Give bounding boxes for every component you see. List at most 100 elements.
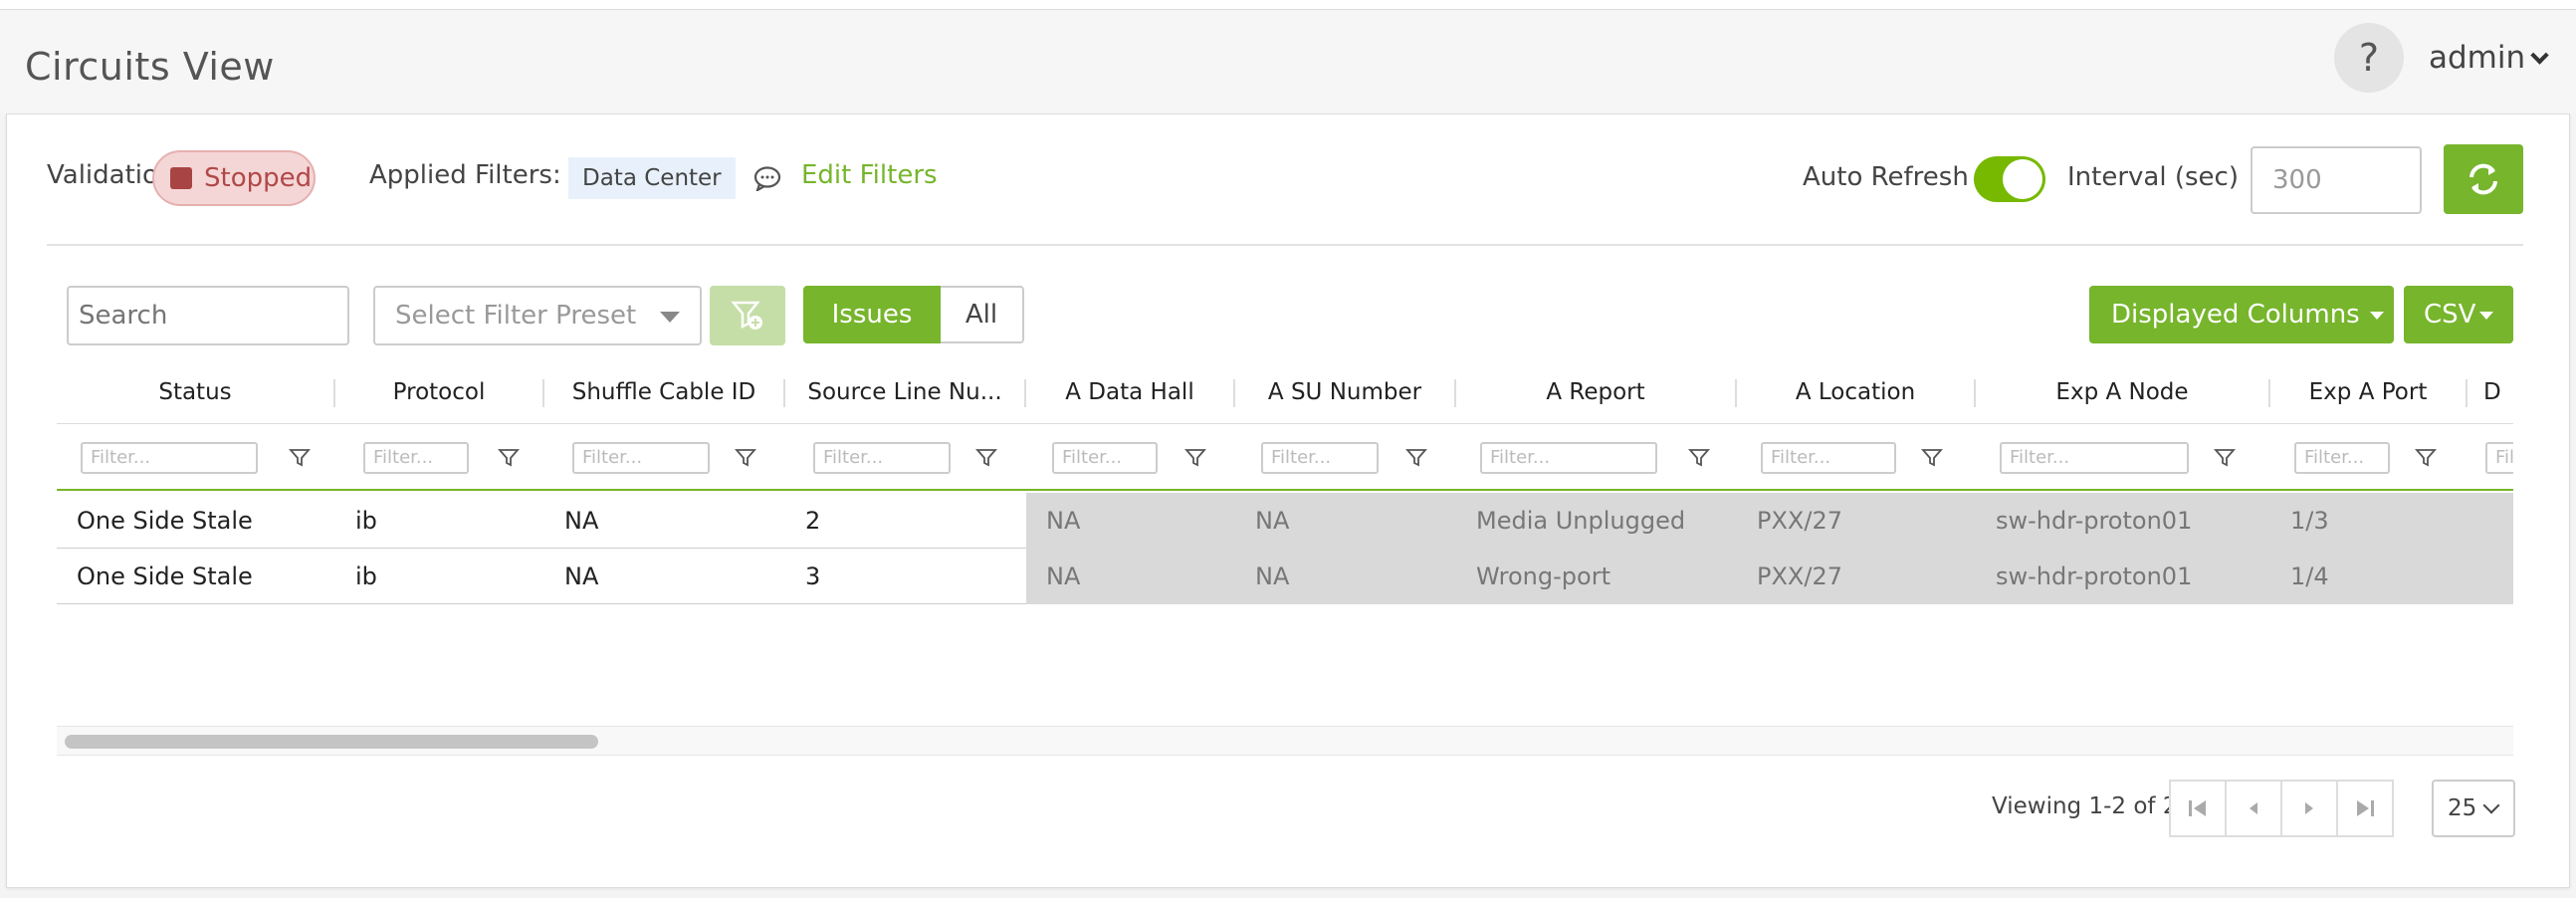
page-size-select[interactable]: 25 xyxy=(2432,780,2515,837)
chevron-down-icon xyxy=(2530,46,2549,65)
filter-icon[interactable] xyxy=(2414,445,2438,469)
column-header-d[interactable]: D xyxy=(2483,361,2513,423)
cell-a-su-number: NA xyxy=(1235,493,1456,549)
filter-input-exp-a-port[interactable]: Filter... xyxy=(2294,442,2390,474)
cell-shuffle-cable-id: NA xyxy=(564,562,599,590)
filter-input-exp-a-node[interactable]: Filter... xyxy=(2000,442,2189,474)
scrollbar-thumb[interactable] xyxy=(65,735,598,749)
interval-input[interactable] xyxy=(2251,146,2422,214)
filter-icon[interactable] xyxy=(1183,445,1207,469)
filter-icon[interactable] xyxy=(734,445,757,469)
cell-a-location: PXX/27 xyxy=(1737,493,1976,549)
last-page-button[interactable] xyxy=(2336,780,2394,837)
csv-button[interactable]: CSV xyxy=(2404,286,2513,343)
toolbar-divider xyxy=(47,244,2523,246)
edit-filters-link[interactable]: Edit Filters xyxy=(801,160,938,190)
user-name: admin xyxy=(2429,40,2526,76)
filter-add-icon xyxy=(731,301,762,330)
caret-down-icon xyxy=(2369,312,2384,320)
segment-issues[interactable]: Issues xyxy=(803,286,941,343)
filter-icon[interactable] xyxy=(1687,445,1711,469)
filter-icon[interactable] xyxy=(1404,445,1428,469)
table-row[interactable]: One Side Stale ib NA 2 NA NA Media Unplu… xyxy=(57,493,2513,549)
circuits-table: Status Protocol Shuffle Cable ID Source … xyxy=(57,361,2513,626)
last-page-icon xyxy=(2357,800,2374,816)
cell-protocol: ib xyxy=(355,562,377,590)
page-title: Circuits View xyxy=(25,45,275,89)
help-button[interactable]: ? xyxy=(2334,23,2404,93)
circuits-panel: Validation Stopped Applied Filters: Data… xyxy=(6,113,2570,888)
column-header-source-line-number[interactable]: Source Line Nu... xyxy=(785,361,1024,423)
filter-input-status[interactable]: Filter... xyxy=(81,442,258,474)
validation-status-badge[interactable]: Stopped xyxy=(152,150,316,206)
chevron-right-icon xyxy=(2305,802,2313,814)
cell-a-location: PXX/27 xyxy=(1737,549,1976,604)
cell-a-report: Media Unplugged xyxy=(1456,493,1737,549)
validation-status-text: Stopped xyxy=(204,163,313,193)
add-filter-preset-button[interactable] xyxy=(710,286,785,345)
filter-preset-select[interactable]: Select Filter Preset xyxy=(373,286,702,345)
comment-icon[interactable] xyxy=(753,165,781,191)
filter-input-a-data-hall[interactable]: Filter... xyxy=(1052,442,1158,474)
filter-icon[interactable] xyxy=(2213,445,2237,469)
cell-exp-a-node: sw-hdr-proton01 xyxy=(1976,493,2270,549)
filter-input-a-location[interactable]: Filter... xyxy=(1761,442,1896,474)
cell-source-line-number: 3 xyxy=(805,562,821,590)
cell-status: One Side Stale xyxy=(77,507,253,535)
page-header: Circuits View ? admin xyxy=(0,10,2576,113)
table-row[interactable]: One Side Stale ib NA 3 NA NA Wrong-port … xyxy=(57,549,2513,604)
applied-filter-chip: Data Center xyxy=(568,157,736,199)
column-header-a-su-number[interactable]: A SU Number xyxy=(1235,361,1454,423)
filter-icon[interactable] xyxy=(1920,445,1944,469)
filter-icon[interactable] xyxy=(974,445,998,469)
filter-icon[interactable] xyxy=(497,445,521,469)
column-header-status[interactable]: Status xyxy=(57,361,333,423)
cell-protocol: ib xyxy=(355,507,377,535)
first-page-button[interactable] xyxy=(2169,780,2227,837)
cell-a-data-hall: NA xyxy=(1026,549,1235,604)
next-page-button[interactable] xyxy=(2280,780,2338,837)
refresh-button[interactable] xyxy=(2444,144,2523,214)
cell-exp-a-node: sw-hdr-proton01 xyxy=(1976,549,2270,604)
column-header-protocol[interactable]: Protocol xyxy=(335,361,542,423)
csv-label: CSV xyxy=(2424,300,2476,330)
cell-a-su-number: NA xyxy=(1235,549,1456,604)
filter-row: Filter... Filter... Filter... Filter... … xyxy=(57,423,2513,491)
column-header-a-report[interactable]: A Report xyxy=(1456,361,1735,423)
top-border xyxy=(0,0,2576,10)
filter-input-d[interactable]: Filter... xyxy=(2485,442,2513,474)
cell-a-data-hall: NA xyxy=(1026,493,1235,549)
filter-preset-placeholder: Select Filter Preset xyxy=(395,301,637,331)
pagination-summary: Viewing 1-2 of 2 xyxy=(1992,793,2178,819)
filter-icon[interactable] xyxy=(288,445,312,469)
previous-page-button[interactable] xyxy=(2225,780,2282,837)
cell-exp-a-port: 1/3 xyxy=(2270,493,2468,549)
cell-status: One Side Stale xyxy=(77,562,253,590)
column-header-exp-a-port[interactable]: Exp A Port xyxy=(2270,361,2466,423)
column-header-a-data-hall[interactable]: A Data Hall xyxy=(1026,361,1233,423)
displayed-columns-button[interactable]: Displayed Columns xyxy=(2089,286,2394,343)
first-page-icon xyxy=(2189,800,2206,816)
auto-refresh-toggle[interactable] xyxy=(1974,156,2045,202)
segment-all[interactable]: All xyxy=(941,286,1024,343)
filter-input-a-report[interactable]: Filter... xyxy=(1480,442,1657,474)
user-menu[interactable]: admin xyxy=(2429,40,2549,76)
search-input[interactable] xyxy=(67,286,349,345)
filter-input-shuffle-cable-id[interactable]: Filter... xyxy=(572,442,710,474)
column-resizer[interactable] xyxy=(2466,379,2468,407)
chevron-down-icon xyxy=(2482,796,2500,814)
cell-d xyxy=(2468,493,2513,549)
column-header-shuffle-cable-id[interactable]: Shuffle Cable ID xyxy=(544,361,783,423)
cell-shuffle-cable-id: NA xyxy=(564,507,599,535)
stop-icon xyxy=(170,167,192,189)
filter-input-a-su-number[interactable]: Filter... xyxy=(1261,442,1379,474)
column-header-exp-a-node[interactable]: Exp A Node xyxy=(1976,361,2268,423)
auto-refresh-label: Auto Refresh xyxy=(1803,162,1969,192)
horizontal-scrollbar[interactable] xyxy=(57,726,2513,756)
column-header-a-location[interactable]: A Location xyxy=(1737,361,1974,423)
filter-input-protocol[interactable]: Filter... xyxy=(363,442,469,474)
caret-down-icon xyxy=(660,312,680,323)
filter-input-source-line-number[interactable]: Filter... xyxy=(813,442,951,474)
cell-a-report: Wrong-port xyxy=(1456,549,1737,604)
page-size-value: 25 xyxy=(2448,795,2477,821)
